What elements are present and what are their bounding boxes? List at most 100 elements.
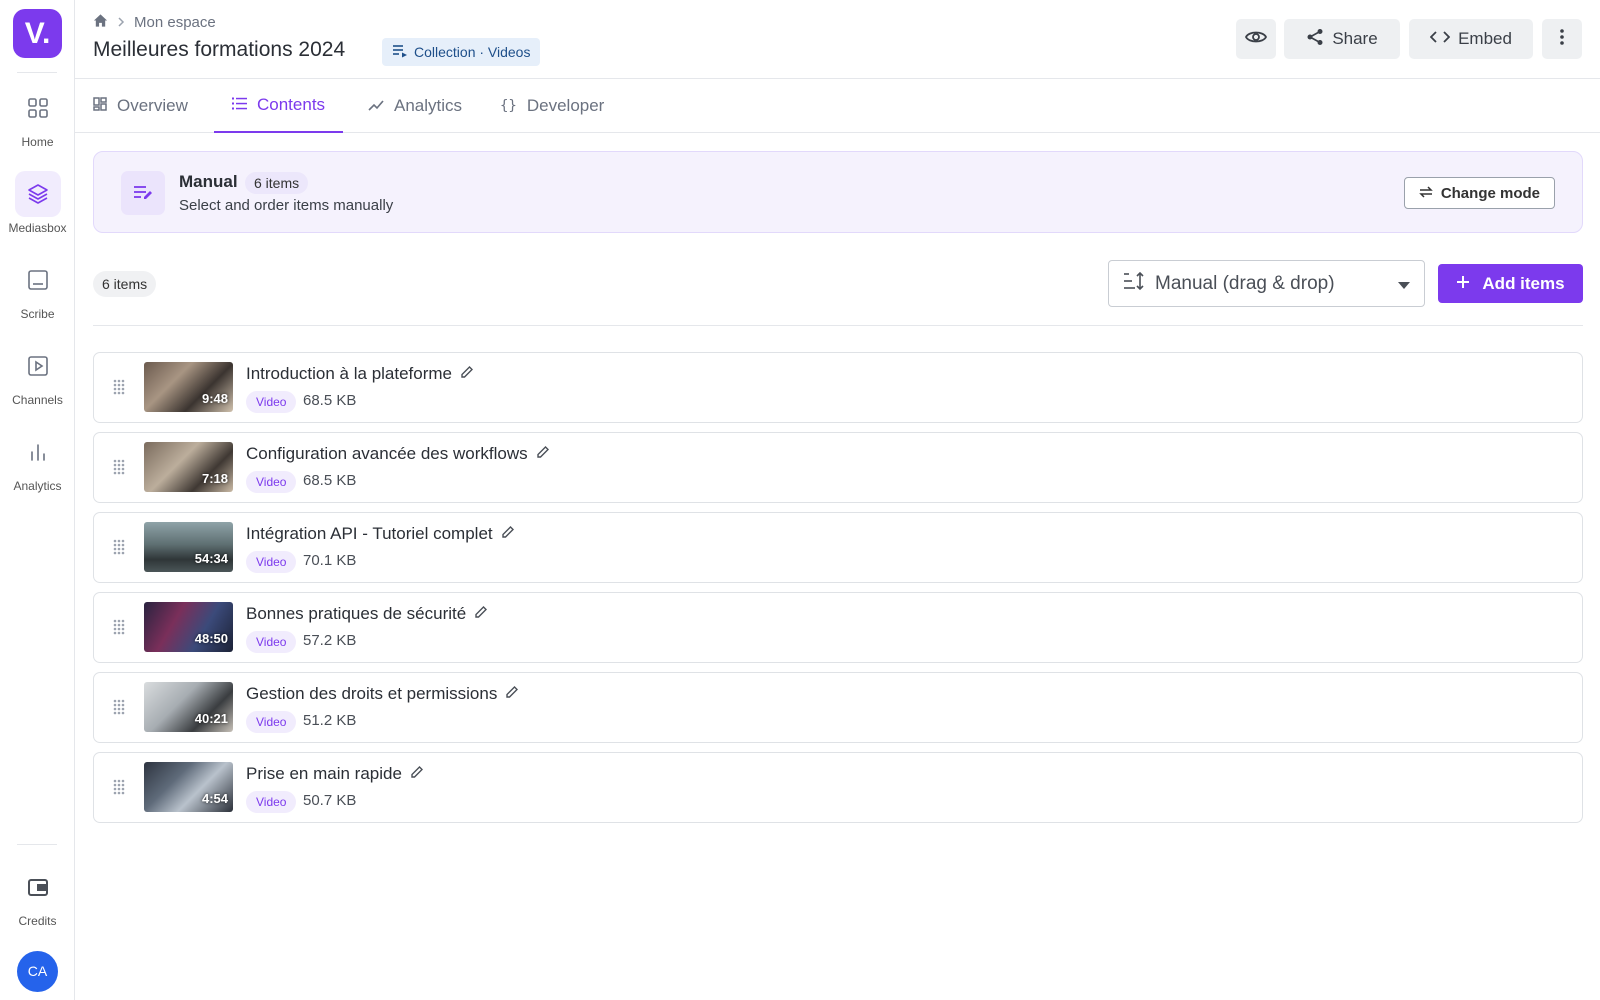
page-header: Mon espace Meilleures formations 2024 Co… <box>75 0 1600 79</box>
pencil-icon[interactable] <box>536 444 550 464</box>
item-title-group: Intégration API - Tutoriel complet <box>246 524 515 544</box>
add-items-button[interactable]: Add items <box>1438 264 1583 303</box>
item-size: 70.1 KB <box>303 552 357 569</box>
caption-icon <box>15 257 61 303</box>
drag-handle-icon[interactable] <box>113 459 125 480</box>
preview-button[interactable] <box>1236 19 1276 59</box>
sidebar-item-label: Analytics <box>13 479 62 493</box>
item-size: 50.7 KB <box>303 792 357 809</box>
video-thumbnail[interactable]: 4:54 <box>144 762 233 812</box>
more-options-button[interactable] <box>1542 19 1582 59</box>
share-button[interactable]: Share <box>1284 19 1400 59</box>
item-title: Intégration API - Tutoriel complet <box>246 524 493 543</box>
home-icon[interactable] <box>93 13 108 32</box>
video-thumbnail[interactable]: 48:50 <box>144 602 233 652</box>
breadcrumb-item[interactable]: Mon espace <box>134 14 216 31</box>
list-item[interactable]: 7:18 Configuration avancée des workflows… <box>93 432 1583 503</box>
breadcrumb: Mon espace <box>93 13 216 32</box>
mode-item-count: 6 items <box>245 172 309 194</box>
item-title-group: Configuration avancée des workflows <box>246 444 550 464</box>
sidebar-item-label: Channels <box>12 393 63 407</box>
add-items-label: Add items <box>1482 273 1565 293</box>
sidebar-item-home[interactable]: Home <box>0 85 75 149</box>
item-title: Introduction à la plateforme <box>246 364 453 383</box>
avatar[interactable]: CA <box>17 951 58 992</box>
embed-button[interactable]: Embed <box>1409 19 1533 59</box>
tab-contents[interactable]: Contents <box>214 79 344 133</box>
drag-handle-icon[interactable] <box>113 699 125 720</box>
sidebar: V. Home Mediasbox Scribe Channels Analyt… <box>0 0 75 1000</box>
sidebar-item-channels[interactable]: Channels <box>0 343 75 407</box>
caret-down-icon <box>1398 273 1410 295</box>
item-type-badge: Video <box>246 631 297 653</box>
tab-label: Overview <box>117 96 188 115</box>
list-item[interactable]: 54:34 Intégration API - Tutoriel complet… <box>93 512 1583 583</box>
item-type-badge: Video <box>246 791 297 813</box>
video-thumbnail[interactable]: 54:34 <box>144 522 233 572</box>
video-duration: 48:50 <box>194 631 228 646</box>
item-type-badge: Video <box>246 391 297 413</box>
sidebar-item-analytics[interactable]: Analytics <box>0 429 75 493</box>
change-mode-button[interactable]: Change mode <box>1403 177 1555 209</box>
page-title: Meilleures formations 2024 <box>93 38 346 61</box>
drag-handle-icon[interactable] <box>113 779 125 800</box>
item-type-badge: Video <box>246 711 297 733</box>
code-icon <box>1429 29 1451 49</box>
drag-handle-icon[interactable] <box>113 539 125 560</box>
sidebar-item-label: Home <box>21 135 54 149</box>
tab-label: Analytics <box>394 96 463 115</box>
video-thumbnail[interactable]: 40:21 <box>144 682 233 732</box>
collection-type-badge: Collection · Videos <box>382 38 541 66</box>
tab-label: Developer <box>526 96 605 115</box>
list-icon <box>232 95 247 115</box>
sidebar-item-scribe[interactable]: Scribe <box>0 257 75 321</box>
sort-mode-select[interactable]: Manual (drag & drop) <box>1108 260 1425 307</box>
list-item[interactable]: 48:50 Bonnes pratiques de sécurité Video… <box>93 592 1583 663</box>
pencil-icon[interactable] <box>501 524 515 544</box>
tab-overview[interactable]: Overview <box>75 79 206 133</box>
sidebar-item-label: Mediasbox <box>8 221 67 235</box>
more-vertical-icon <box>1560 28 1564 50</box>
video-thumbnail[interactable]: 9:48 <box>144 362 233 412</box>
sort-mode-value: Manual (drag & drop) <box>1155 272 1335 294</box>
item-title: Prise en main rapide <box>246 764 402 783</box>
drag-handle-icon[interactable] <box>113 379 125 400</box>
item-title: Configuration avancée des workflows <box>246 444 528 463</box>
item-title-group: Gestion des droits et permissions <box>246 684 519 704</box>
list-item[interactable]: 4:54 Prise en main rapide Video 50.7 KB <box>93 752 1583 823</box>
grid-icon <box>15 85 61 131</box>
list-item[interactable]: 40:21 Gestion des droits et permissions … <box>93 672 1583 743</box>
mode-title: Manual <box>179 172 238 191</box>
pencil-icon[interactable] <box>474 604 488 624</box>
pencil-icon[interactable] <box>460 364 474 384</box>
video-duration: 4:54 <box>201 791 228 806</box>
toolbar-divider <box>93 325 1583 326</box>
tab-analytics[interactable]: Analytics <box>350 79 480 133</box>
drag-handle-icon[interactable] <box>113 619 125 640</box>
tab-developer[interactable]: {} Developer <box>482 79 622 133</box>
list-item[interactable]: 9:48 Introduction à la plateforme Video … <box>93 352 1583 423</box>
eye-icon <box>1244 29 1268 50</box>
item-title-group: Introduction à la plateforme <box>246 364 474 384</box>
mode-description: Select and order items manually <box>179 197 394 214</box>
bar-chart-icon <box>15 429 61 475</box>
app-logo[interactable]: V. <box>13 9 62 58</box>
collection-type-label: Collection · Videos <box>414 44 531 60</box>
wallet-icon <box>15 864 61 910</box>
video-duration: 9:48 <box>201 391 228 406</box>
video-duration: 7:18 <box>201 471 228 486</box>
sort-icon <box>1123 271 1145 297</box>
layers-icon <box>14 171 61 217</box>
item-title: Gestion des droits et permissions <box>246 684 498 703</box>
pencil-icon[interactable] <box>505 684 519 704</box>
item-type-badge: Video <box>246 551 297 573</box>
video-thumbnail[interactable]: 7:18 <box>144 442 233 492</box>
braces-icon: {} <box>500 98 517 114</box>
sidebar-item-mediasbox[interactable]: Mediasbox <box>0 171 75 235</box>
share-label: Share <box>1332 29 1378 48</box>
pencil-icon[interactable] <box>410 764 424 784</box>
sidebar-item-credits[interactable]: Credits <box>0 864 75 928</box>
change-mode-label: Change mode <box>1440 184 1540 202</box>
item-title: Bonnes pratiques de sécurité <box>246 604 467 623</box>
item-title-group: Prise en main rapide <box>246 764 424 784</box>
